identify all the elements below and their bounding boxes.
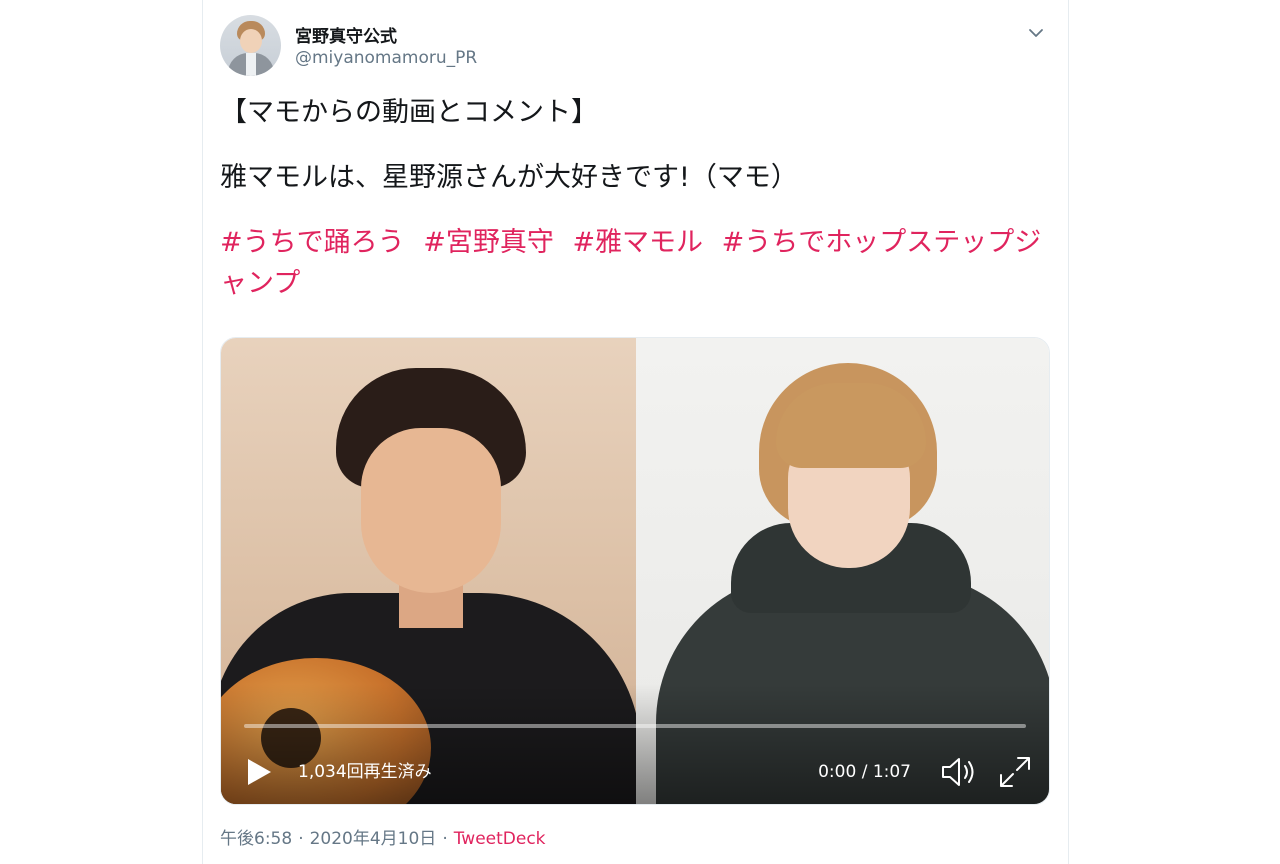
hashtag-link[interactable]: #宮野真守 xyxy=(423,227,554,258)
avatar[interactable] xyxy=(220,15,281,76)
hashtag-link[interactable]: #雅マモル xyxy=(572,227,703,258)
meta-separator: · xyxy=(442,829,448,849)
tweet-card: 宮野真守公式 @miyanomamoru_PR 【マモからの動画とコメント】 雅… xyxy=(202,0,1069,864)
view-count: 1,034回再生済み xyxy=(298,762,432,782)
video-progress-bar[interactable] xyxy=(244,724,1026,728)
hashtag-link[interactable]: #うちで踊ろう xyxy=(220,227,405,258)
hashtag-list: #うちで踊ろう #宮野真守 #雅マモル #うちでホップステップジャンプ xyxy=(220,222,1050,304)
play-icon[interactable] xyxy=(245,757,273,787)
video-time: 0:00 / 1:07 xyxy=(818,762,911,782)
meta-separator: · xyxy=(298,829,304,849)
video-player[interactable]: 1,034回再生済み 0:00 / 1:07 xyxy=(220,337,1050,805)
tweet-source-link[interactable]: TweetDeck xyxy=(454,829,546,849)
chevron-down-icon[interactable] xyxy=(1025,22,1047,44)
tweet-date[interactable]: 2020年4月10日 xyxy=(310,829,437,849)
video-controls xyxy=(221,684,1049,804)
display-name[interactable]: 宮野真守公式 xyxy=(295,22,397,47)
tweet-time[interactable]: 午後6:58 xyxy=(220,829,292,849)
tweet-line-body: 雅マモルは、星野源さんが大好きです!（マモ） xyxy=(220,162,798,193)
fullscreen-icon[interactable] xyxy=(998,755,1032,789)
tweet-header: 宮野真守公式 @miyanomamoru_PR xyxy=(220,14,1051,78)
tweet-meta: 午後6:58 · 2020年4月10日 · TweetDeck xyxy=(220,824,546,849)
tweet-text: 【マモからの動画とコメント】 雅マモルは、星野源さんが大好きです!（マモ） #う… xyxy=(220,92,1050,304)
volume-icon[interactable] xyxy=(940,755,978,789)
user-handle[interactable]: @miyanomamoru_PR xyxy=(295,48,477,68)
tweet-line-title: 【マモからの動画とコメント】 xyxy=(220,97,598,128)
